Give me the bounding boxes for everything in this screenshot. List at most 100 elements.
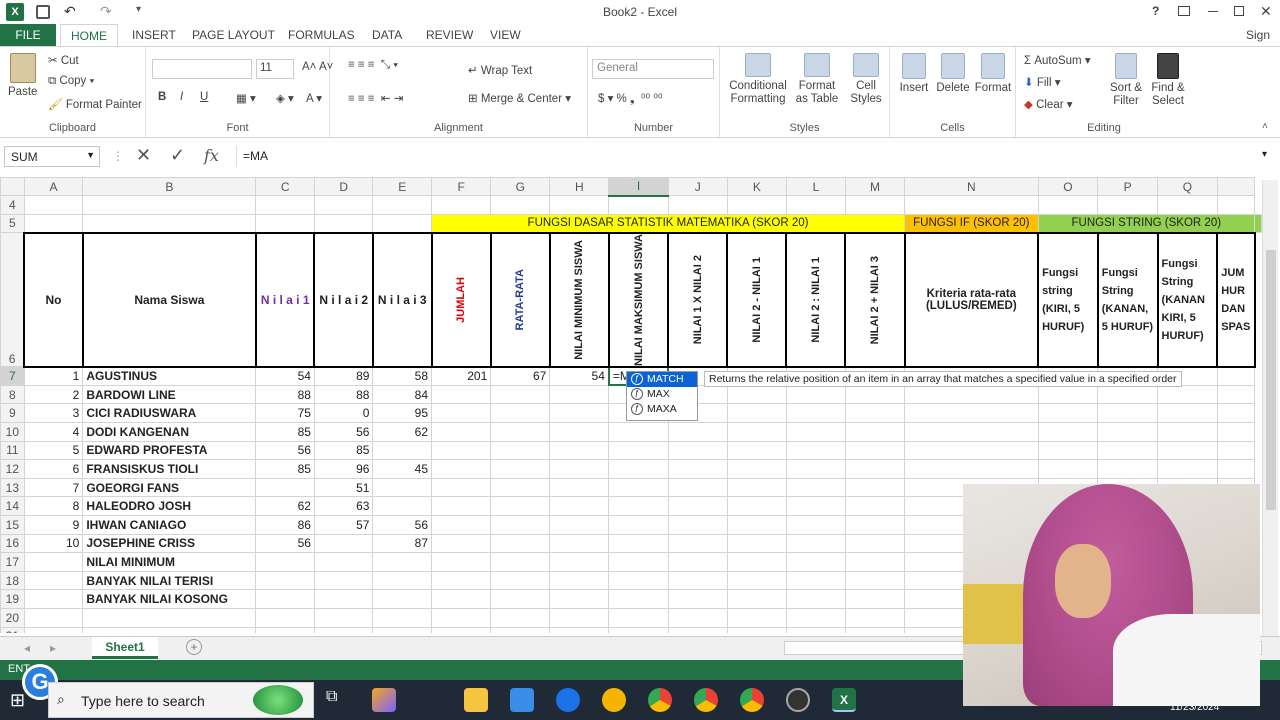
- cell-no[interactable]: 1: [23, 366, 84, 386]
- cell-no[interactable]: [23, 589, 84, 609]
- cell[interactable]: [549, 477, 610, 498]
- cell-d[interactable]: 88: [313, 384, 374, 405]
- borders-icon[interactable]: ▦ ▾: [236, 91, 256, 105]
- currency-percent-icons[interactable]: $ ▾ % ❟ ⁰⁰ ⁰⁰: [598, 91, 663, 106]
- cell[interactable]: [844, 552, 906, 572]
- cell[interactable]: [549, 589, 610, 609]
- cell[interactable]: [726, 421, 787, 442]
- row-header[interactable]: 7: [0, 366, 25, 386]
- cell-d[interactable]: 85: [313, 440, 374, 461]
- cell-name[interactable]: DODI KANGENAN: [82, 421, 257, 442]
- col-header[interactable]: P: [1097, 177, 1159, 196]
- col-header[interactable]: E: [372, 177, 433, 196]
- row-header[interactable]: 9: [0, 403, 25, 423]
- row-header[interactable]: 18: [0, 570, 25, 591]
- grow-font-icon[interactable]: A˄ A˅: [302, 61, 333, 73]
- file-explorer-icon[interactable]: [464, 688, 488, 712]
- cell[interactable]: [1157, 403, 1218, 423]
- cell-no[interactable]: 3: [23, 403, 84, 423]
- col-header[interactable]: F: [431, 177, 492, 196]
- cell[interactable]: [904, 384, 1039, 405]
- cell[interactable]: [667, 589, 728, 609]
- col-header[interactable]: J: [667, 177, 728, 196]
- cell[interactable]: [785, 514, 846, 535]
- delete-cells-button[interactable]: Delete: [934, 53, 972, 94]
- col-header[interactable]: L: [785, 177, 846, 196]
- sort-filter-button[interactable]: Sort & Filter: [1108, 53, 1144, 108]
- task-view-icon[interactable]: ⧉: [326, 688, 350, 712]
- col-header[interactable]: N: [904, 177, 1039, 196]
- tab-page-layout[interactable]: PAGE LAYOUT: [182, 24, 285, 46]
- cell-e[interactable]: 56: [372, 514, 433, 535]
- cell[interactable]: [844, 403, 906, 423]
- autocomplete-item-match[interactable]: ƒ MATCH: [627, 372, 697, 387]
- cell[interactable]: [785, 589, 846, 609]
- vertical-align-icons[interactable]: ≡ ≡ ≡ ⤡ ▾: [348, 59, 398, 72]
- cell-h[interactable]: 54: [549, 366, 610, 386]
- cell[interactable]: [1157, 459, 1218, 479]
- col-header-active[interactable]: I: [608, 177, 669, 197]
- cell[interactable]: [785, 440, 846, 461]
- insert-function-icon[interactable]: fx: [204, 146, 219, 165]
- cell-name[interactable]: IHWAN CANIAGO: [82, 514, 257, 535]
- cell-d[interactable]: [313, 589, 374, 609]
- cell-e[interactable]: [372, 552, 433, 572]
- cell-name[interactable]: GOEORGI FANS: [82, 477, 257, 498]
- col-header[interactable]: [1216, 177, 1256, 196]
- cell-name[interactable]: EDWARD PROFESTA: [82, 440, 257, 461]
- cell[interactable]: [549, 514, 610, 535]
- cell[interactable]: [904, 403, 1039, 423]
- cell-d[interactable]: 0: [313, 403, 374, 423]
- col-header[interactable]: K: [726, 177, 787, 196]
- cell-d[interactable]: 51: [313, 477, 374, 498]
- cell-no[interactable]: [23, 552, 84, 572]
- cell[interactable]: [726, 533, 787, 554]
- cell[interactable]: [667, 514, 728, 535]
- cell[interactable]: [490, 421, 551, 442]
- cell[interactable]: [844, 514, 906, 535]
- cell[interactable]: [785, 552, 846, 572]
- cell[interactable]: [1216, 366, 1256, 386]
- sheet-tab-sheet1[interactable]: Sheet1: [92, 637, 158, 659]
- sheet-nav-right-icon[interactable]: ▸: [50, 641, 56, 655]
- col-header[interactable]: A: [23, 177, 84, 196]
- cell-e[interactable]: 87: [372, 533, 433, 554]
- cell[interactable]: [549, 533, 610, 554]
- cell[interactable]: [726, 440, 787, 461]
- cell[interactable]: [431, 514, 492, 535]
- cell[interactable]: [549, 459, 610, 479]
- cell-name[interactable]: BARDOWI LINE: [82, 384, 257, 405]
- cell[interactable]: [726, 514, 787, 535]
- row-header[interactable]: 4: [0, 195, 25, 215]
- cell-f[interactable]: 201: [431, 366, 492, 386]
- cell-d[interactable]: 89: [313, 366, 374, 386]
- cell[interactable]: [667, 570, 728, 591]
- cell-e[interactable]: [372, 570, 433, 591]
- cell[interactable]: [1037, 403, 1099, 423]
- cell[interactable]: [667, 459, 728, 479]
- cell-e[interactable]: 95: [372, 403, 433, 423]
- cell[interactable]: [1157, 421, 1218, 442]
- italic-button[interactable]: I: [180, 91, 183, 103]
- cancel-entry-icon[interactable]: ✕: [136, 145, 151, 166]
- cell[interactable]: [844, 533, 906, 554]
- cell[interactable]: [431, 552, 492, 572]
- cell-no[interactable]: [23, 570, 84, 591]
- fill-color-icon[interactable]: ◈ ▾: [276, 91, 294, 105]
- row-header[interactable]: 17: [0, 552, 25, 572]
- cell[interactable]: [1216, 459, 1256, 479]
- scroll-thumb[interactable]: [1266, 250, 1276, 510]
- cell[interactable]: [549, 384, 610, 405]
- insert-cells-button[interactable]: Insert: [896, 53, 932, 94]
- fill-button[interactable]: ⬇ Fill ▾: [1024, 75, 1061, 89]
- cell[interactable]: [608, 440, 669, 461]
- expand-formula-icon[interactable]: ▾: [1262, 149, 1267, 160]
- app-icon[interactable]: [602, 688, 626, 712]
- ribbon-display-icon[interactable]: [1178, 6, 1190, 16]
- row-header[interactable]: 14: [0, 496, 25, 516]
- cell[interactable]: [1037, 384, 1099, 405]
- format-cells-button[interactable]: Format: [974, 53, 1012, 94]
- cell[interactable]: [431, 384, 492, 405]
- store-icon[interactable]: [510, 688, 534, 712]
- cell-no[interactable]: 4: [23, 421, 84, 442]
